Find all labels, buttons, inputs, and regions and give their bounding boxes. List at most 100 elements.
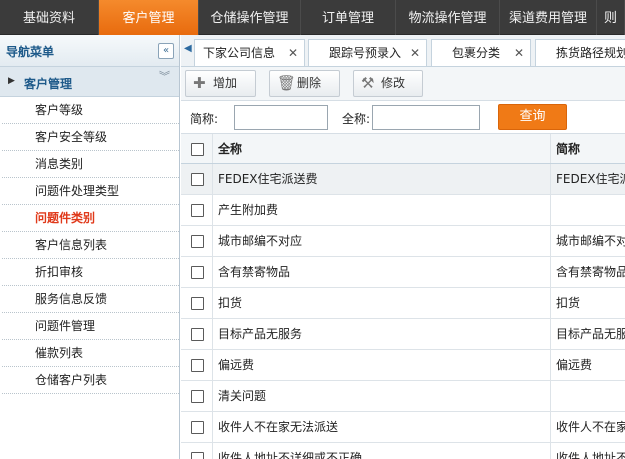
full-name-cell: 含有禁寄物品 — [213, 257, 551, 287]
row-select-cell — [181, 381, 213, 411]
nav-customer-management[interactable]: 客户管理 — [99, 0, 199, 35]
scroll-left-icon[interactable]: ◀ — [184, 43, 192, 54]
row-checkbox[interactable] — [191, 204, 204, 217]
select-all-checkbox[interactable] — [191, 143, 204, 156]
sidebar-menu: 客户等级 客户安全等级 消息类别 问题件处理类型 问题件类别 客户信息列表 折扣… — [0, 97, 179, 394]
tab-label: 下家公司信息 — [203, 46, 276, 60]
nav-order-management[interactable]: 订单管理 — [301, 0, 396, 35]
short-name-cell: 含有禁寄物品 — [551, 257, 625, 287]
magic-wand-icon: ⚒ — [361, 74, 375, 92]
short-name-cell: 收件人地址不详细或不正确 — [551, 443, 625, 459]
sidebar: 导航菜单 « ▶ 客户管理 ︾ 客户等级 客户安全等级 消息类别 问题件处理类型… — [0, 35, 180, 459]
tab-label: 跟踪号预录入 — [329, 46, 402, 60]
row-checkbox[interactable] — [191, 173, 204, 186]
delete-button[interactable]: 🗑 删除 — [269, 70, 340, 97]
sidebar-item-customer-info-list[interactable]: 客户信息列表 — [2, 232, 179, 259]
full-name-cell: 产生附加费 — [213, 195, 551, 225]
table-row[interactable]: 清关问题 — [181, 381, 625, 412]
double-chevron-down-icon[interactable]: ︾ — [159, 71, 170, 82]
table-row[interactable]: 含有禁寄物品 含有禁寄物品 — [181, 257, 625, 288]
row-checkbox[interactable] — [191, 235, 204, 248]
row-select-cell — [181, 350, 213, 380]
sidebar-title: 导航菜单 — [6, 45, 55, 59]
table-row[interactable]: 产生附加费 — [181, 195, 625, 226]
table-row[interactable]: 目标产品无服务 目标产品无服务 — [181, 319, 625, 350]
full-name-cell: 偏远费 — [213, 350, 551, 380]
full-name-cell: 目标产品无服务 — [213, 319, 551, 349]
row-checkbox[interactable] — [191, 328, 204, 341]
full-name-cell: 收件人地址不详细或不正确 — [213, 443, 551, 459]
tab-subcompany-info[interactable]: 下家公司信息 ✕ — [194, 39, 305, 66]
table-row[interactable]: 收件人不在家无法派送 收件人不在家无法派送 — [181, 412, 625, 443]
edit-button[interactable]: ⚒ 修改 — [353, 70, 423, 97]
data-grid: 全称 简称 FEDEX住宅派送费 FEDEX住宅派送费 产生附加费 城市邮编不对… — [181, 134, 625, 459]
sidebar-group-customer-management[interactable]: ▶ 客户管理 ︾ — [0, 67, 179, 97]
short-name-cell — [551, 381, 625, 411]
nav-logistics-operations[interactable]: 物流操作管理 — [396, 0, 500, 35]
full-name-cell: 收件人不在家无法派送 — [213, 412, 551, 442]
full-name-cell: 扣货 — [213, 288, 551, 318]
row-select-cell — [181, 443, 213, 459]
nav-more[interactable]: 则 — [597, 0, 625, 35]
close-icon[interactable]: ✕ — [410, 40, 420, 66]
table-row[interactable]: FEDEX住宅派送费 FEDEX住宅派送费 — [181, 164, 625, 195]
table-row[interactable]: 偏远费 偏远费 — [181, 350, 625, 381]
full-name-input[interactable] — [372, 105, 480, 130]
sidebar-item-warehouse-customer-list[interactable]: 仓储客户列表 — [2, 367, 179, 394]
row-checkbox[interactable] — [191, 452, 204, 459]
full-name-label: 全称: — [342, 112, 371, 126]
short-name-label: 简称: — [190, 112, 219, 126]
row-checkbox[interactable] — [191, 297, 204, 310]
row-select-cell — [181, 257, 213, 287]
nav-warehouse-operations[interactable]: 仓储操作管理 — [199, 0, 301, 35]
table-row[interactable]: 收件人地址不详细或不正确 收件人地址不详细或不正确 — [181, 443, 625, 459]
nav-channel-fee-management[interactable]: 渠道费用管理 — [500, 0, 597, 35]
close-icon[interactable]: ✕ — [288, 40, 298, 66]
row-checkbox[interactable] — [191, 359, 204, 372]
sidebar-item-payment-reminder-list[interactable]: 催款列表 — [2, 340, 179, 367]
tab-bar: ◀ 下家公司信息 ✕ 跟踪号预录入 ✕ 包裹分类 ✕ 拣货路径规划 — [181, 35, 625, 67]
sidebar-item-problem-handling-type[interactable]: 问题件处理类型 — [2, 178, 179, 205]
collapse-sidebar-icon[interactable]: « — [158, 43, 174, 59]
sidebar-item-service-feedback[interactable]: 服务信息反馈 — [2, 286, 179, 313]
short-name-cell: FEDEX住宅派送费 — [551, 164, 625, 194]
row-checkbox[interactable] — [191, 390, 204, 403]
column-header-full-name[interactable]: 全称 — [213, 134, 551, 163]
table-row[interactable]: 城市邮编不对应 城市邮编不对应 — [181, 226, 625, 257]
caret-right-icon: ▶ — [8, 76, 15, 86]
tab-parcel-classification[interactable]: 包裹分类 ✕ — [431, 39, 531, 66]
short-name-cell: 城市邮编不对应 — [551, 226, 625, 256]
tab-tracking-prefill[interactable]: 跟踪号预录入 ✕ — [308, 39, 427, 66]
sidebar-group-label: 客户管理 — [24, 77, 73, 91]
short-name-cell — [551, 195, 625, 225]
plus-icon: ✚ — [193, 74, 206, 92]
sidebar-item-customer-level[interactable]: 客户等级 — [2, 97, 179, 124]
sidebar-item-message-category[interactable]: 消息类别 — [2, 151, 179, 178]
row-select-cell — [181, 319, 213, 349]
row-checkbox[interactable] — [191, 266, 204, 279]
sidebar-item-discount-review[interactable]: 折扣审核 — [2, 259, 179, 286]
short-name-cell: 扣货 — [551, 288, 625, 318]
short-name-input[interactable] — [234, 105, 328, 130]
full-name-cell: 清关问题 — [213, 381, 551, 411]
row-select-cell — [181, 226, 213, 256]
search-bar: 简称: 全称: 查询 — [181, 101, 625, 134]
sidebar-item-problem-management[interactable]: 问题件管理 — [2, 313, 179, 340]
column-header-short-name[interactable]: 简称 — [551, 134, 625, 163]
sidebar-item-customer-security-level[interactable]: 客户安全等级 — [2, 124, 179, 151]
table-row[interactable]: 扣货 扣货 — [181, 288, 625, 319]
add-button[interactable]: ✚ 增加 — [185, 70, 256, 97]
full-name-cell: 城市邮编不对应 — [213, 226, 551, 256]
top-nav: 基础资料 客户管理 仓储操作管理 订单管理 物流操作管理 渠道费用管理 则 — [0, 0, 625, 35]
close-icon[interactable]: ✕ — [514, 40, 524, 66]
tab-label: 拣货路径规划 — [556, 46, 625, 60]
nav-basic-data[interactable]: 基础资料 — [0, 0, 99, 35]
tab-label: 包裹分类 — [452, 46, 501, 60]
trash-icon: 🗑 — [277, 74, 297, 92]
short-name-cell: 目标产品无服务 — [551, 319, 625, 349]
sidebar-item-problem-category[interactable]: 问题件类别 — [2, 205, 179, 232]
query-button[interactable]: 查询 — [498, 104, 567, 130]
row-checkbox[interactable] — [191, 421, 204, 434]
tab-picking-path-planning[interactable]: 拣货路径规划 — [535, 39, 625, 66]
short-name-cell: 偏远费 — [551, 350, 625, 380]
